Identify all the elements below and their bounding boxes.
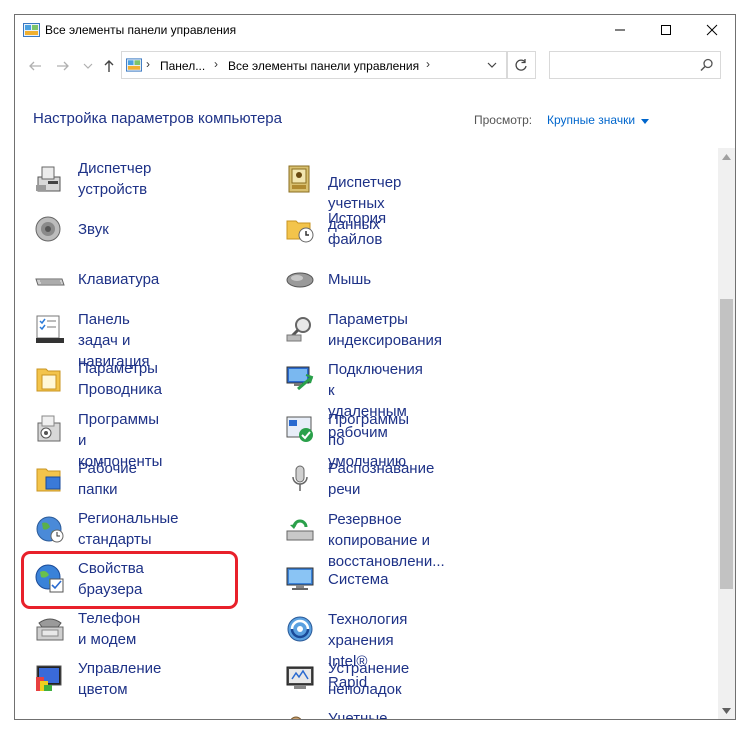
- backup-icon: [286, 519, 314, 541]
- cp-item-label[interactable]: Устранение неполадок: [328, 658, 409, 700]
- view-mode-value[interactable]: Крупные значки: [547, 113, 635, 127]
- caret-down-icon[interactable]: [641, 118, 650, 124]
- arrow-left-icon: [29, 61, 41, 71]
- maximize-button[interactable]: [643, 15, 689, 45]
- cp-item-label[interactable]: Параметры Проводника: [78, 358, 162, 400]
- search-input[interactable]: [554, 56, 698, 76]
- chevron-down-icon: [83, 63, 93, 69]
- breadcrumb-separator[interactable]: ›: [214, 57, 218, 71]
- cp-item-label[interactable]: Учетные записи: [328, 708, 387, 719]
- control-panel-icon: [126, 58, 142, 72]
- cp-item-label[interactable]: Резервное копирование и восстановлени...: [328, 509, 445, 572]
- close-icon: [706, 24, 718, 36]
- phone-modem-icon: [36, 618, 64, 641]
- cp-item-label[interactable]: Распознавание речи: [328, 458, 434, 500]
- title-bar[interactable]: Все элементы панели управления: [15, 15, 735, 46]
- cp-item-label[interactable]: Телефон и модем: [78, 608, 140, 650]
- keyboard-icon: [35, 278, 65, 286]
- remote-desktop-icon: [286, 366, 314, 391]
- forward-button[interactable]: [53, 56, 73, 76]
- cp-item-label[interactable]: Система: [328, 569, 388, 590]
- recent-locations-button[interactable]: [78, 56, 98, 76]
- scroll-up-button[interactable]: [718, 148, 735, 165]
- refresh-button[interactable]: [506, 51, 536, 79]
- work-folders-icon: [36, 468, 61, 492]
- color-management-icon: [36, 665, 62, 691]
- cp-item-label[interactable]: Звук: [78, 219, 109, 240]
- navigation-bar: › Панел... › Все элементы панели управле…: [15, 46, 735, 86]
- back-button[interactable]: [25, 56, 45, 76]
- minimize-button[interactable]: [597, 15, 643, 45]
- close-button[interactable]: [689, 15, 735, 45]
- arrow-right-icon: [57, 61, 69, 71]
- chevron-down-icon: [487, 62, 497, 68]
- default-programs-icon: [286, 416, 313, 442]
- caret-up-icon: [722, 153, 731, 160]
- cp-item-label[interactable]: Клавиатура: [78, 269, 159, 290]
- breadcrumb-separator[interactable]: ›: [146, 57, 150, 71]
- cp-item-label[interactable]: Диспетчер устройств: [78, 158, 151, 200]
- breadcrumb-item[interactable]: Панел...: [160, 59, 205, 73]
- vertical-scrollbar[interactable]: [718, 148, 735, 719]
- cp-item-label[interactable]: Региональные стандарты: [78, 508, 178, 550]
- device-manager-icon: [36, 166, 61, 192]
- window-title: Все элементы панели управления: [45, 23, 237, 37]
- items-grid: Диспетчер устройств Диспетчер учетных дан…: [15, 148, 718, 719]
- file-history-icon: [286, 220, 314, 243]
- control-panel-window: Все элементы панели управления › Панел..…: [14, 14, 736, 720]
- breadcrumb-item[interactable]: Все элементы панели управления: [228, 59, 419, 73]
- search-box[interactable]: [549, 51, 721, 79]
- minimize-icon: [615, 29, 625, 31]
- cp-item-label[interactable]: Мышь: [328, 269, 371, 290]
- address-bar[interactable]: › Панел... › Все элементы панели управле…: [121, 51, 508, 79]
- maximize-icon: [661, 25, 671, 35]
- view-mode-dropdown[interactable]: Крупные значки: [547, 113, 650, 127]
- up-button[interactable]: [99, 56, 119, 76]
- microphone-icon: [292, 465, 308, 491]
- search-icon[interactable]: [700, 58, 714, 72]
- caret-down-icon: [722, 707, 731, 714]
- page-title: Настройка параметров компьютера: [33, 110, 282, 127]
- cp-item-label[interactable]: Рабочие папки: [78, 458, 137, 500]
- view-label: Просмотр:: [474, 113, 533, 127]
- cp-item-label[interactable]: Управление цветом: [78, 658, 161, 700]
- indexing-icon: [286, 317, 311, 342]
- user-accounts-icon: [290, 716, 302, 719]
- cp-item-label[interactable]: Параметры индексирования: [328, 309, 442, 351]
- scroll-down-button[interactable]: [718, 702, 735, 719]
- speaker-icon: [35, 216, 61, 242]
- control-panel-icon: [23, 23, 40, 37]
- region-icon: [36, 516, 64, 543]
- credential-manager-icon: [288, 165, 310, 193]
- troubleshooting-icon: [286, 666, 314, 689]
- mouse-icon: [286, 272, 314, 288]
- refresh-icon: [515, 59, 527, 71]
- programs-icon: [37, 415, 61, 442]
- highlight-annotation: [21, 551, 238, 609]
- cp-item-label[interactable]: История файлов: [328, 208, 386, 250]
- taskbar-icon: [36, 315, 64, 343]
- scrollbar-thumb[interactable]: [720, 299, 733, 589]
- intel-rapid-icon: [287, 616, 313, 642]
- system-icon: [286, 567, 314, 590]
- folder-options-icon: [36, 368, 61, 392]
- address-dropdown-button[interactable]: [480, 55, 504, 75]
- arrow-up-icon: [104, 60, 114, 72]
- breadcrumb-separator[interactable]: ›: [426, 57, 430, 71]
